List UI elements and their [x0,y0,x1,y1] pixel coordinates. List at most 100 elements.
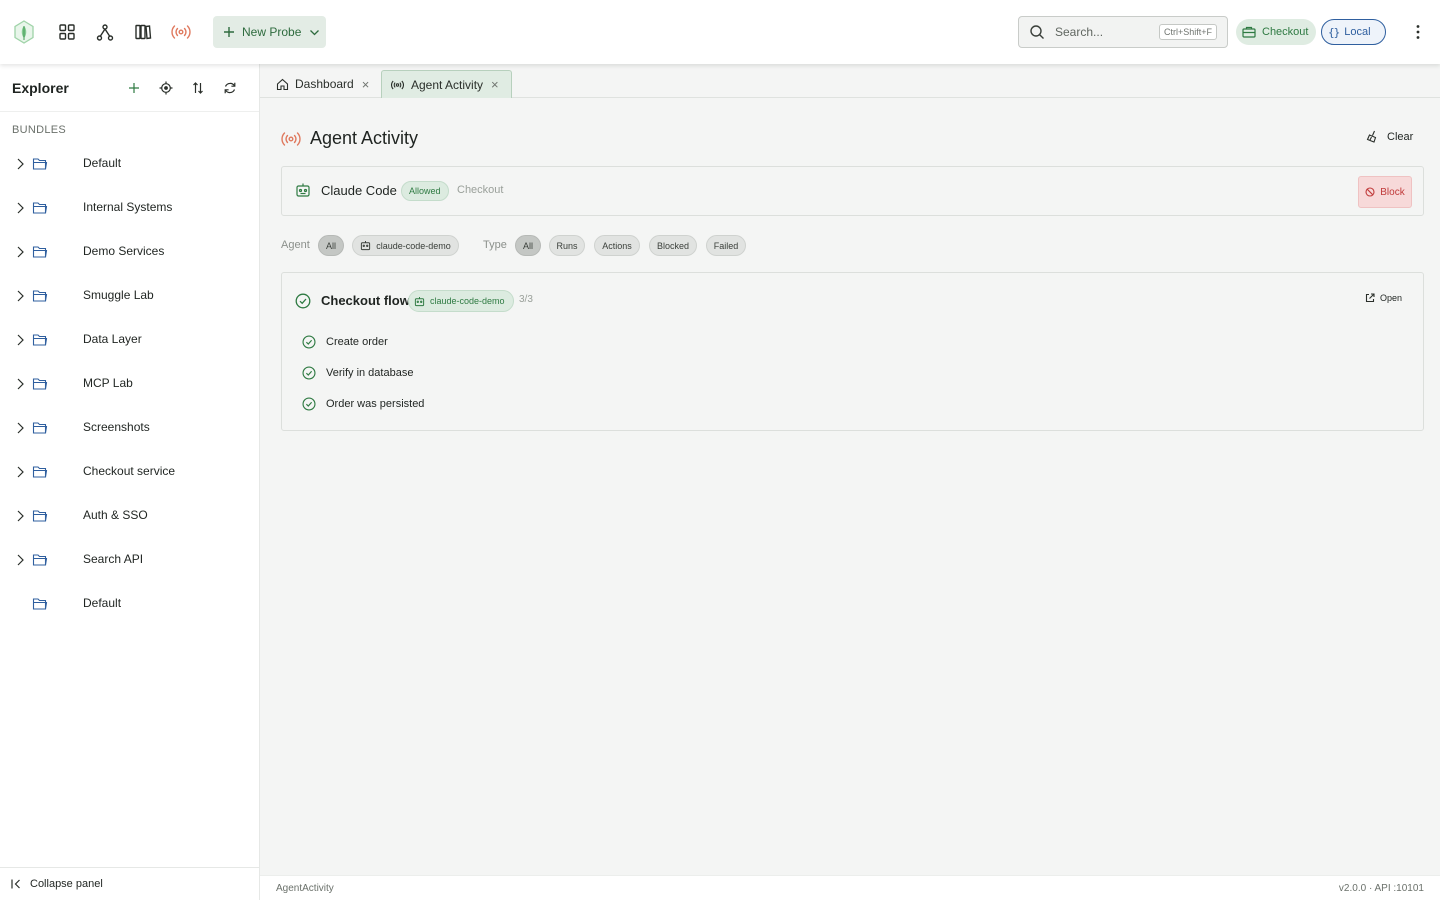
sidebar-bundle-label: MCP Lab [83,376,133,390]
locate-target-icon[interactable] [156,78,176,98]
sidebar-bundle-item[interactable]: Data Layer [0,318,259,362]
briefcase-icon [1242,26,1256,38]
bot-icon [296,183,310,197]
run-step-label: Verify in database [326,367,414,379]
sidebar-bundle-label: Checkout service [83,464,176,478]
run-step: Verify in database [302,364,413,382]
top-bar: New Probe Search... Ctrl+Shift+F Checkou… [0,0,1440,64]
version-text: v2.0.0 [1338,883,1367,894]
bundle-chip[interactable]: Checkout [1236,19,1316,45]
dashboard-grid-icon[interactable] [51,16,83,48]
tab-dashboard-close-icon[interactable]: × [362,77,370,92]
type-filter-actions[interactable]: Actions [594,235,640,256]
agent-bundle: Checkout [457,184,504,196]
library-books-icon[interactable] [127,16,159,48]
api-port-text: · API :10101 [1366,883,1424,894]
search-input[interactable]: Search... Ctrl+Shift+F [1018,16,1228,48]
sidebar-bundle-label: Demo Services [83,244,165,258]
explorer-title: Explorer [12,79,69,96]
block-label: Block [1380,186,1405,198]
agent-name: Claude Code [321,183,397,198]
chevron-right-icon[interactable] [12,156,28,172]
sidebar-bundle-item[interactable]: Auth & SSO [0,494,259,538]
tab-agent-activity-close-icon[interactable]: × [491,77,499,92]
chevron-right-icon[interactable] [12,332,28,348]
type-filter-failed[interactable]: Failed [706,235,746,256]
sidebar-bundle-item[interactable]: Checkout service [0,450,259,494]
sidebar-bundle-item[interactable]: Screenshots [0,406,259,450]
run-step: Create order [302,333,388,351]
sidebar-bundle-item[interactable]: Smuggle Lab [0,274,259,318]
new-probe-label: New Probe [242,25,302,39]
bundle-tree: Default Internal Systems Demo Services Smug… [0,142,259,626]
type-filter-all[interactable]: All [515,235,541,256]
run-step: Order was persisted [302,395,424,413]
more-menu-icon[interactable] [1404,18,1432,46]
chevron-right-icon[interactable] [12,420,28,436]
open-run-button[interactable]: Open [1365,293,1402,303]
tab-bar: Dashboard × Agent Activity × [260,64,1440,98]
refresh-icon[interactable] [220,78,240,98]
bot-icon [361,241,371,251]
type-filter-runs[interactable]: Runs [549,235,585,256]
page-title: Agent Activity [310,128,419,148]
chevron-right-icon[interactable] [12,288,28,304]
check-circle-icon [302,335,316,349]
status-view-name: AgentActivity [276,883,334,894]
collapse-panel-button[interactable]: Collapse panel [0,867,259,900]
sidebar-bundle-label: Screenshots [83,420,150,434]
broadcast-icon [391,80,404,89]
home-icon [276,78,289,90]
sidebar-bundle-label: Search API [83,552,144,566]
external-link-icon [1365,293,1375,303]
agent-card: Claude Code Allowed Checkout Block [281,166,1424,216]
sidebar-bundle-item[interactable]: Search API [0,538,259,582]
environment-chip[interactable]: {} Local [1321,19,1386,45]
search-icon [1030,25,1044,39]
check-circle-icon [295,293,311,309]
folder-icon [32,202,48,214]
tab-dashboard-label: Dashboard [295,77,354,91]
clear-button[interactable]: Clear [1366,130,1413,143]
chevron-right-icon[interactable] [12,200,28,216]
agent-filter-all[interactable]: All [318,235,344,256]
folder-icon [32,422,48,434]
flow-branch-icon[interactable] [89,16,121,48]
folder-icon [32,466,48,478]
explorer-header: Explorer [0,64,259,112]
bundles-section-label: BUNDLES [12,124,67,136]
sidebar-bundle-item[interactable]: Default [0,142,259,186]
search-shortcut-hint: Ctrl+Shift+F [1158,24,1217,40]
braces-icon: {} [1328,25,1340,39]
new-probe-button[interactable]: New Probe [213,16,326,48]
chevron-right-icon[interactable] [12,244,28,260]
folder-icon [32,158,48,170]
chevron-right-icon[interactable] [12,464,28,480]
agent-filter-claude-code-demo[interactable]: claude-code-demo [352,235,459,256]
add-icon[interactable] [124,78,144,98]
bundle-chip-label: Checkout [1262,26,1309,38]
run-step-label: Create order [326,336,388,348]
status-version: v2.0.0 · API :10101 [1339,883,1424,894]
chevron-right-icon[interactable] [12,508,28,524]
sort-icon[interactable] [188,78,208,98]
chevron-right-icon[interactable] [12,552,28,568]
tab-agent-activity-label: Agent Activity [411,77,484,92]
app-logo-icon[interactable] [8,16,40,48]
type-filter-blocked[interactable]: Blocked [649,235,697,256]
agent-status-badge: Allowed [401,181,449,201]
block-agent-button[interactable]: Block [1358,176,1412,208]
sidebar-bundle-label: Smuggle Lab [83,288,154,302]
tab-agent-activity[interactable]: Agent Activity × [381,70,512,98]
folder-icon [32,246,48,258]
agent-activity-broadcast-icon[interactable] [165,16,197,48]
agent-filter-label: Agent [281,239,310,251]
chevron-right-icon[interactable] [12,376,28,392]
sidebar-bundle-item[interactable]: Internal Systems [0,186,259,230]
sidebar-bundle-item[interactable]: MCP Lab [0,362,259,406]
sidebar-bundle-item[interactable]: Demo Services [0,230,259,274]
collapse-left-icon [11,879,20,889]
tab-dashboard[interactable]: Dashboard × [268,70,369,98]
page-header: Agent Activity [280,128,418,149]
sidebar-bundle-item[interactable]: Default [0,582,259,626]
